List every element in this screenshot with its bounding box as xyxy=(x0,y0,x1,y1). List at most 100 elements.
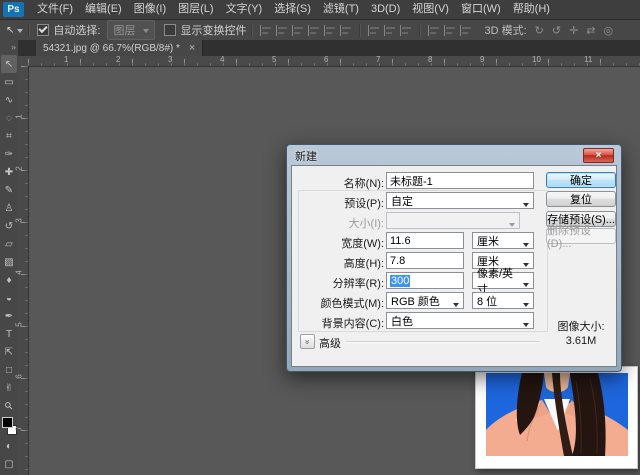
advanced-label: 高级 xyxy=(319,335,341,351)
type-tool[interactable]: T xyxy=(1,325,17,343)
chevron-down-icon xyxy=(523,263,529,270)
tab-close-icon[interactable]: × xyxy=(189,43,195,54)
crop-tool[interactable]: ⌗ xyxy=(1,127,17,145)
3d-slide-icon[interactable]: ⇄ xyxy=(586,24,595,37)
ruler-number: 5 xyxy=(272,55,276,64)
align-horizontal-centers-icon[interactable] xyxy=(324,25,336,36)
menu-type[interactable]: 文字(Y) xyxy=(220,0,269,19)
name-input[interactable] xyxy=(386,172,534,189)
size-dropdown xyxy=(386,212,520,229)
color-mode-dropdown[interactable]: RGB 颜色 xyxy=(386,292,464,309)
show-transform-checkbox[interactable] xyxy=(164,24,176,36)
menu-filter[interactable]: 滤镜(T) xyxy=(317,0,365,19)
quick-mask-tool[interactable]: ◐ xyxy=(1,437,17,455)
toolbar-collapse-icon[interactable]: » xyxy=(0,40,18,55)
auto-select-target-dropdown[interactable]: 图层 xyxy=(107,20,155,40)
ruler-number: 6 xyxy=(15,374,24,378)
eraser-tool[interactable]: ▱ xyxy=(1,235,17,253)
3d-pan-icon[interactable]: ✛ xyxy=(569,24,578,37)
photoshop-window: Ps 文件(F) 编辑(E) 图像(I) 图层(L) 文字(Y) 选择(S) 滤… xyxy=(0,0,640,475)
separator xyxy=(419,24,421,37)
resolution-input[interactable]: 300 xyxy=(386,272,464,289)
document-tab[interactable]: 54321.jpg @ 66.7%(RGB/8#) * × xyxy=(36,40,203,56)
height-label: 高度(H): xyxy=(294,255,384,271)
dialog-body: 名称(N): 预设(P): 自定 大小(I): 宽度(W): 厘米 高度(H):… xyxy=(291,165,617,367)
tab-bar: 54321.jpg @ 66.7%(RGB/8#) * × xyxy=(18,40,640,56)
chevron-down-icon xyxy=(453,303,459,310)
path-selection-tool[interactable]: ⇱ xyxy=(1,343,17,361)
advanced-expander[interactable]: » xyxy=(300,334,315,349)
size-label: 大小(I): xyxy=(294,215,384,231)
dialog-close-button[interactable]: × xyxy=(583,148,614,163)
eyedropper-tool[interactable]: ✑ xyxy=(1,145,17,163)
menu-window[interactable]: 窗口(W) xyxy=(455,0,507,19)
menu-help[interactable]: 帮助(H) xyxy=(507,0,556,19)
ruler-number: 4 xyxy=(220,55,224,64)
menu-file[interactable]: 文件(F) xyxy=(31,0,79,19)
image-size-value: 3.61M xyxy=(544,335,618,347)
width-input[interactable] xyxy=(386,232,464,249)
distribute-horizontal-centers-icon[interactable] xyxy=(444,25,456,36)
height-input[interactable] xyxy=(386,252,464,269)
ruler-number: 2 xyxy=(15,166,24,170)
id-photo-image xyxy=(486,373,628,456)
reset-button[interactable]: 复位 xyxy=(546,191,616,207)
bit-depth-dropdown[interactable]: 8 位 xyxy=(472,292,534,309)
tool-preset-picker[interactable]: ↖ xyxy=(6,25,23,36)
ruler-number: 9 xyxy=(480,55,484,64)
distribute-vertical-centers-icon[interactable] xyxy=(384,25,396,36)
document-window[interactable] xyxy=(475,366,638,469)
menu-image[interactable]: 图像(I) xyxy=(128,0,172,19)
distribute-right-edges-icon[interactable] xyxy=(460,25,472,36)
distribute-bottom-edges-icon[interactable] xyxy=(400,25,412,36)
tool-palette: » ↖ ▭ ∿ ◌ ⌗ ✑ ✚ ✎ ♙ ↺ ▱ ▨ ♦ ◒ ✒ T ⇱ □ ✌ … xyxy=(0,40,19,475)
lasso-tool[interactable]: ∿ xyxy=(1,91,17,109)
auto-select-checkbox[interactable] xyxy=(37,24,49,36)
foreground-color-swatch[interactable] xyxy=(2,417,13,428)
align-right-edges-icon[interactable] xyxy=(340,25,352,36)
vertical-ruler[interactable]: 1 2 3 4 5 6 7 xyxy=(18,66,29,475)
document-tab-title: 54321.jpg @ 66.7%(RGB/8#) * xyxy=(43,43,180,54)
background-dropdown[interactable]: 白色 xyxy=(386,312,534,329)
move-tool[interactable]: ↖ xyxy=(1,55,17,73)
divider xyxy=(346,341,540,343)
ruler-number: 8 xyxy=(428,55,432,64)
menu-layer[interactable]: 图层(L) xyxy=(172,0,219,19)
ruler-number: 6 xyxy=(324,55,328,64)
width-unit-dropdown[interactable]: 厘米 xyxy=(472,232,534,249)
menu-3d[interactable]: 3D(D) xyxy=(365,0,406,19)
ruler-number: 2 xyxy=(116,55,120,64)
horizontal-ruler[interactable]: 1 2 3 4 5 6 7 8 9 10 11 xyxy=(28,56,640,67)
ok-button[interactable]: 确定 xyxy=(546,172,616,188)
align-bottom-edges-icon[interactable] xyxy=(292,25,304,36)
rectangular-marquee-tool[interactable]: ▭ xyxy=(1,73,17,91)
clone-stamp-tool[interactable]: ♙ xyxy=(1,199,17,217)
align-left-edges-icon[interactable] xyxy=(308,25,320,36)
screen-mode-tool[interactable]: ▢ xyxy=(1,455,17,473)
width-label: 宽度(W): xyxy=(294,235,384,251)
align-top-edges-icon[interactable] xyxy=(260,25,272,36)
menu-edit[interactable]: 编辑(E) xyxy=(79,0,128,19)
ruler-number: 3 xyxy=(15,218,24,222)
align-vertical-centers-icon[interactable] xyxy=(276,25,288,36)
double-chevron-icon: » xyxy=(303,339,311,343)
name-label: 名称(N): xyxy=(294,175,384,191)
menu-select[interactable]: 选择(S) xyxy=(268,0,317,19)
preset-label: 预设(P): xyxy=(294,195,384,211)
brush-tool[interactable]: ✎ xyxy=(1,181,17,199)
3d-roll-icon[interactable]: ↺ xyxy=(552,24,561,37)
ruler-number: 7 xyxy=(376,55,380,64)
3d-scale-icon[interactable]: ◎ xyxy=(604,24,614,37)
dodge-tool[interactable]: ◒ xyxy=(1,289,17,307)
resolution-unit-dropdown[interactable]: 像素/英寸 xyxy=(472,272,534,289)
distribute-left-edges-icon[interactable] xyxy=(428,25,440,36)
menu-view[interactable]: 视图(V) xyxy=(406,0,455,19)
gradient-tool[interactable]: ▨ xyxy=(1,253,17,271)
separator xyxy=(359,24,361,37)
color-mode-label: 颜色模式(M): xyxy=(294,295,384,311)
3d-rotate-icon[interactable]: ↻ xyxy=(535,24,544,37)
distribute-top-edges-icon[interactable] xyxy=(368,25,380,36)
ruler-number: 11 xyxy=(584,55,592,64)
preset-dropdown[interactable]: 自定 xyxy=(386,192,534,209)
menu-bar: Ps 文件(F) 编辑(E) 图像(I) 图层(L) 文字(Y) 选择(S) 滤… xyxy=(0,0,640,20)
